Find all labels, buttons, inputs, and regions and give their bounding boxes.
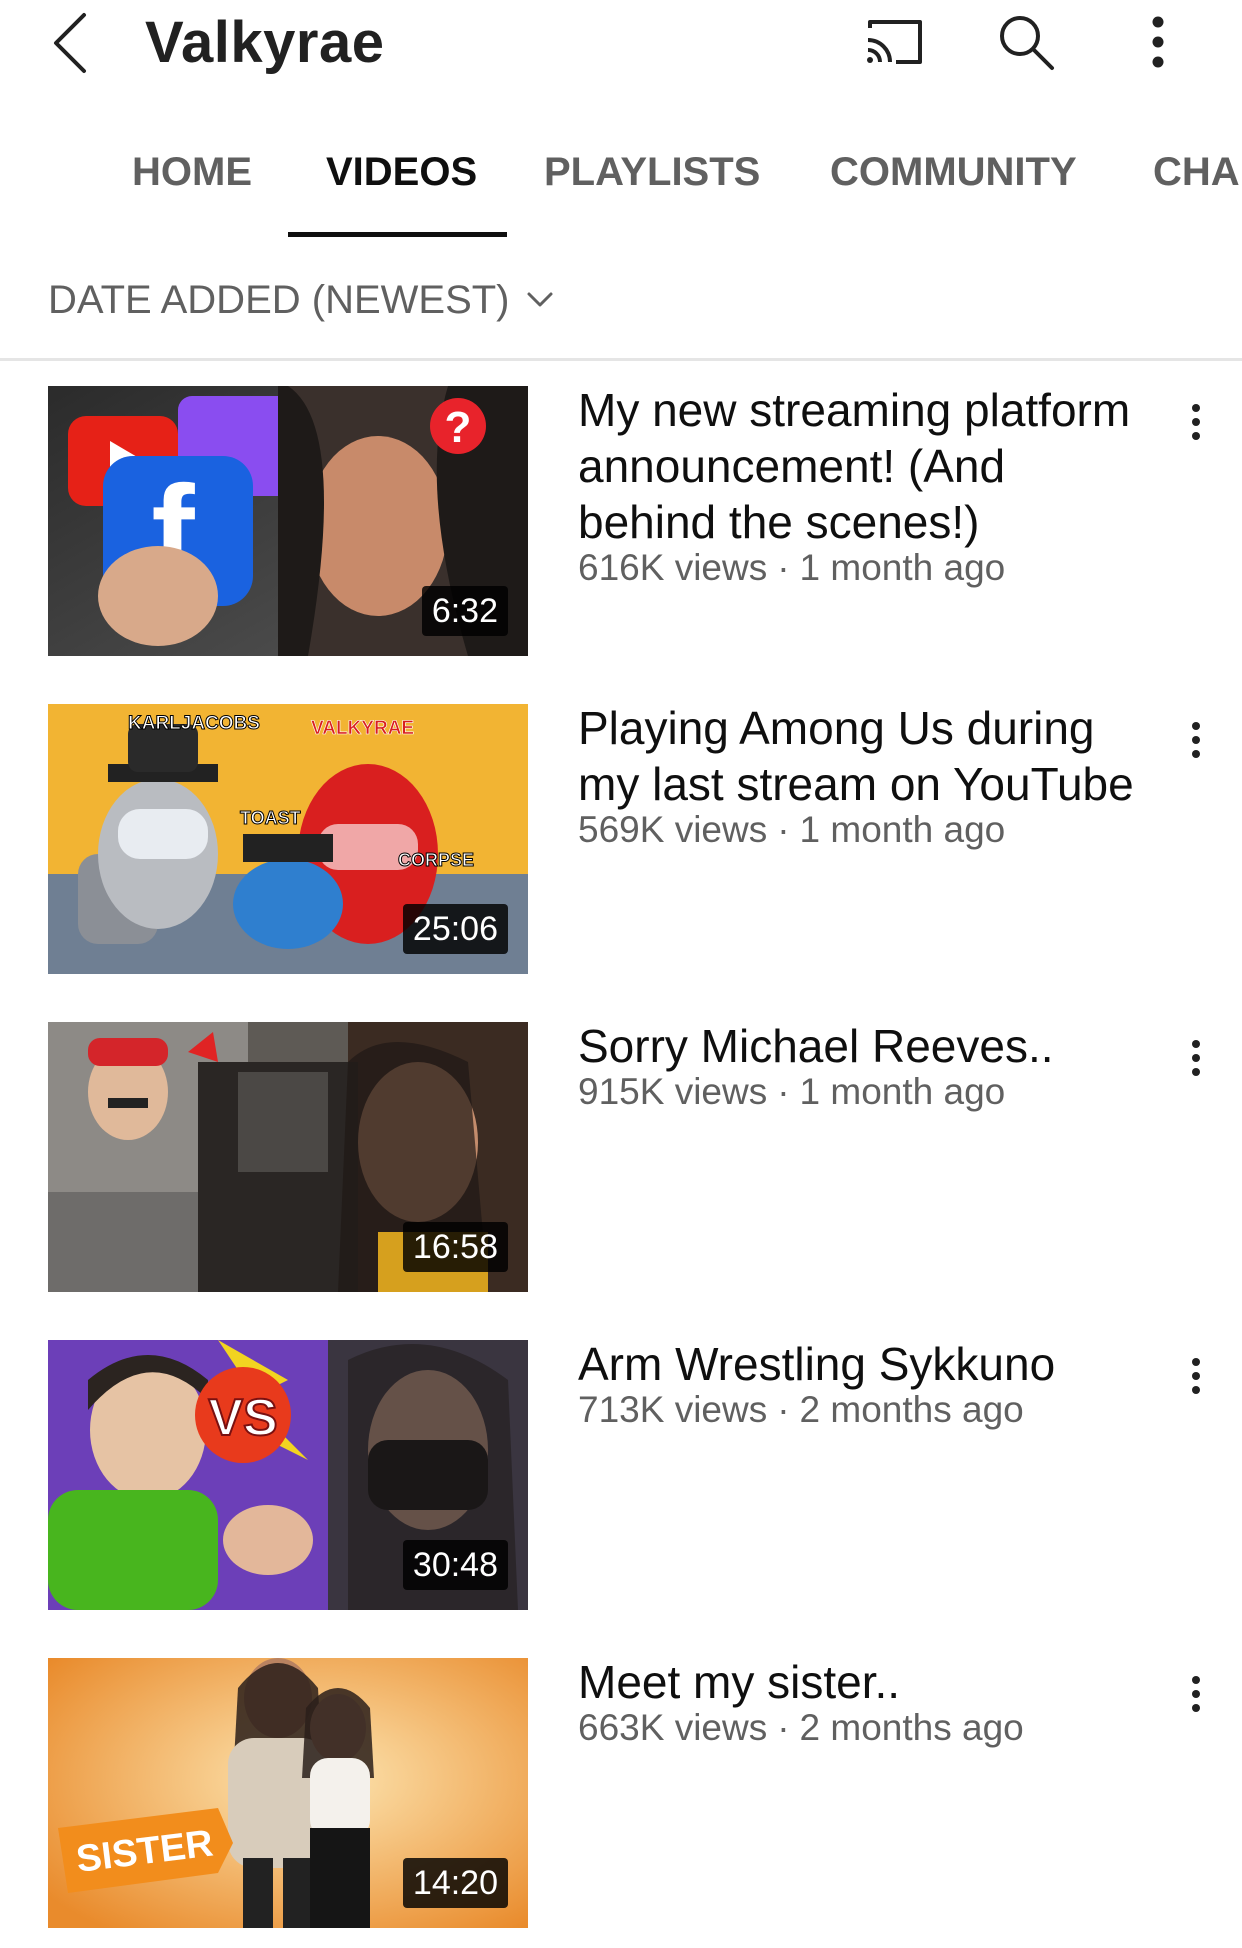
separator: · <box>777 809 790 850</box>
video-title[interactable]: Sorry Michael Reeves.. <box>578 1018 1138 1074</box>
video-title[interactable]: My new streaming platform announcement! … <box>578 382 1138 550</box>
video-thumbnail[interactable]: SISTER 14:20 <box>48 1658 528 1928</box>
search-button[interactable] <box>990 10 1062 74</box>
active-tab-indicator <box>288 232 507 237</box>
view-count: 569K views <box>578 809 768 850</box>
tab-playlists[interactable]: PLAYLISTS <box>544 130 760 240</box>
video-title[interactable]: Meet my sister.. <box>578 1654 1138 1710</box>
video-list-item[interactable]: f ? 6:32 My new streaming platform annou… <box>0 384 1242 656</box>
thumbnail-text: VALKYRAE <box>311 718 414 739</box>
video-stats: 713K views · 2 months ago <box>578 1388 1138 1432</box>
channel-tabs: HOME VIDEOS PLAYLISTS COMMUNITY CHAI <box>0 130 1242 240</box>
video-title[interactable]: Playing Among Us during my last stream o… <box>578 700 1138 812</box>
cast-icon <box>867 20 922 64</box>
sort-label: DATE ADDED (NEWEST) <box>48 277 510 322</box>
back-button[interactable] <box>40 8 100 78</box>
video-menu-button[interactable] <box>1166 1028 1226 1088</box>
video-stats: 616K views · 1 month ago <box>578 546 1138 590</box>
tab-videos[interactable]: VIDEOS <box>326 130 477 240</box>
separator: · <box>777 1707 790 1748</box>
thumbnail-text: KARLJACOBS <box>128 713 260 734</box>
view-count: 616K views <box>578 547 768 588</box>
separator: · <box>777 547 790 588</box>
video-menu-button[interactable] <box>1166 392 1226 452</box>
video-menu-button[interactable] <box>1166 1664 1226 1724</box>
video-stats: 663K views · 2 months ago <box>578 1706 1138 1750</box>
video-meta: Playing Among Us during my last stream o… <box>578 702 1138 852</box>
video-stats: 569K views · 1 month ago <box>578 808 1138 852</box>
video-stats: 915K views · 1 month ago <box>578 1070 1138 1114</box>
video-thumbnail[interactable]: VS 30:48 <box>48 1340 528 1610</box>
thumbnail-text: VS <box>208 1389 277 1447</box>
more-vertical-icon <box>1152 16 1164 68</box>
view-count: 663K views <box>578 1707 768 1748</box>
video-meta: Arm Wrestling Sykkuno 713K views · 2 month… <box>578 1338 1138 1432</box>
video-menu-button[interactable] <box>1166 1346 1226 1406</box>
video-list-item[interactable]: VS 30:48 Arm Wrestling Sykkuno 713K view… <box>0 1338 1242 1610</box>
thumbnail-text: CORPSE <box>398 850 474 870</box>
cast-button[interactable] <box>858 10 930 74</box>
svg-text:?: ? <box>445 403 472 452</box>
sort-dropdown[interactable]: DATE ADDED (NEWEST) <box>48 270 554 330</box>
video-duration: 6:32 <box>421 586 508 636</box>
tab-home[interactable]: HOME <box>132 130 252 240</box>
video-meta: Meet my sister.. 663K views · 2 months ago <box>578 1656 1138 1750</box>
app-bar: Valkyrae <box>0 0 1242 110</box>
video-thumbnail[interactable]: f ? 6:32 <box>48 386 528 656</box>
tab-community[interactable]: COMMUNITY <box>830 130 1077 240</box>
video-duration: 14:20 <box>402 1858 508 1908</box>
separator: · <box>777 1389 790 1430</box>
video-menu-button[interactable] <box>1166 710 1226 770</box>
thumbnail-text: TOAST <box>240 808 301 828</box>
video-duration: 16:58 <box>402 1222 508 1272</box>
video-list-item[interactable]: 16:58 Sorry Michael Reeves.. 915K views ·… <box>0 1020 1242 1292</box>
video-title[interactable]: Arm Wrestling Sykkuno <box>578 1336 1138 1392</box>
view-count: 713K views <box>578 1389 768 1430</box>
video-duration: 25:06 <box>402 904 508 954</box>
back-arrow-icon <box>54 13 86 73</box>
divider <box>0 358 1242 361</box>
video-thumbnail[interactable]: KARLJACOBS VALKYRAE TOAST CORPSE 25:06 <box>48 704 528 974</box>
upload-age: 1 month ago <box>799 1071 1006 1112</box>
video-list-item[interactable]: SISTER 14:20 Meet my sister.. 663K views… <box>0 1656 1242 1928</box>
chevron-down-icon <box>526 291 554 309</box>
more-vertical-icon <box>1192 1040 1200 1076</box>
more-vertical-icon <box>1192 404 1200 440</box>
video-duration: 30:48 <box>402 1540 508 1590</box>
upload-age: 1 month ago <box>799 547 1006 588</box>
video-list-item[interactable]: KARLJACOBS VALKYRAE TOAST CORPSE 25:06 P… <box>0 702 1242 974</box>
more-vertical-icon <box>1192 1676 1200 1712</box>
upload-age: 2 months ago <box>799 1707 1024 1748</box>
video-meta: My new streaming platform announcement! … <box>578 384 1138 590</box>
tab-channels[interactable]: CHAI <box>1153 130 1242 240</box>
upload-age: 1 month ago <box>799 809 1006 850</box>
more-options-button[interactable] <box>1122 10 1194 74</box>
more-vertical-icon <box>1192 1358 1200 1394</box>
search-icon <box>1000 16 1054 70</box>
video-meta: Sorry Michael Reeves.. 915K views · 1 mont… <box>578 1020 1138 1114</box>
view-count: 915K views <box>578 1071 768 1112</box>
upload-age: 2 months ago <box>799 1389 1024 1430</box>
more-vertical-icon <box>1192 722 1200 758</box>
channel-title: Valkyrae <box>145 10 385 75</box>
video-thumbnail[interactable]: 16:58 <box>48 1022 528 1292</box>
separator: · <box>777 1071 790 1112</box>
